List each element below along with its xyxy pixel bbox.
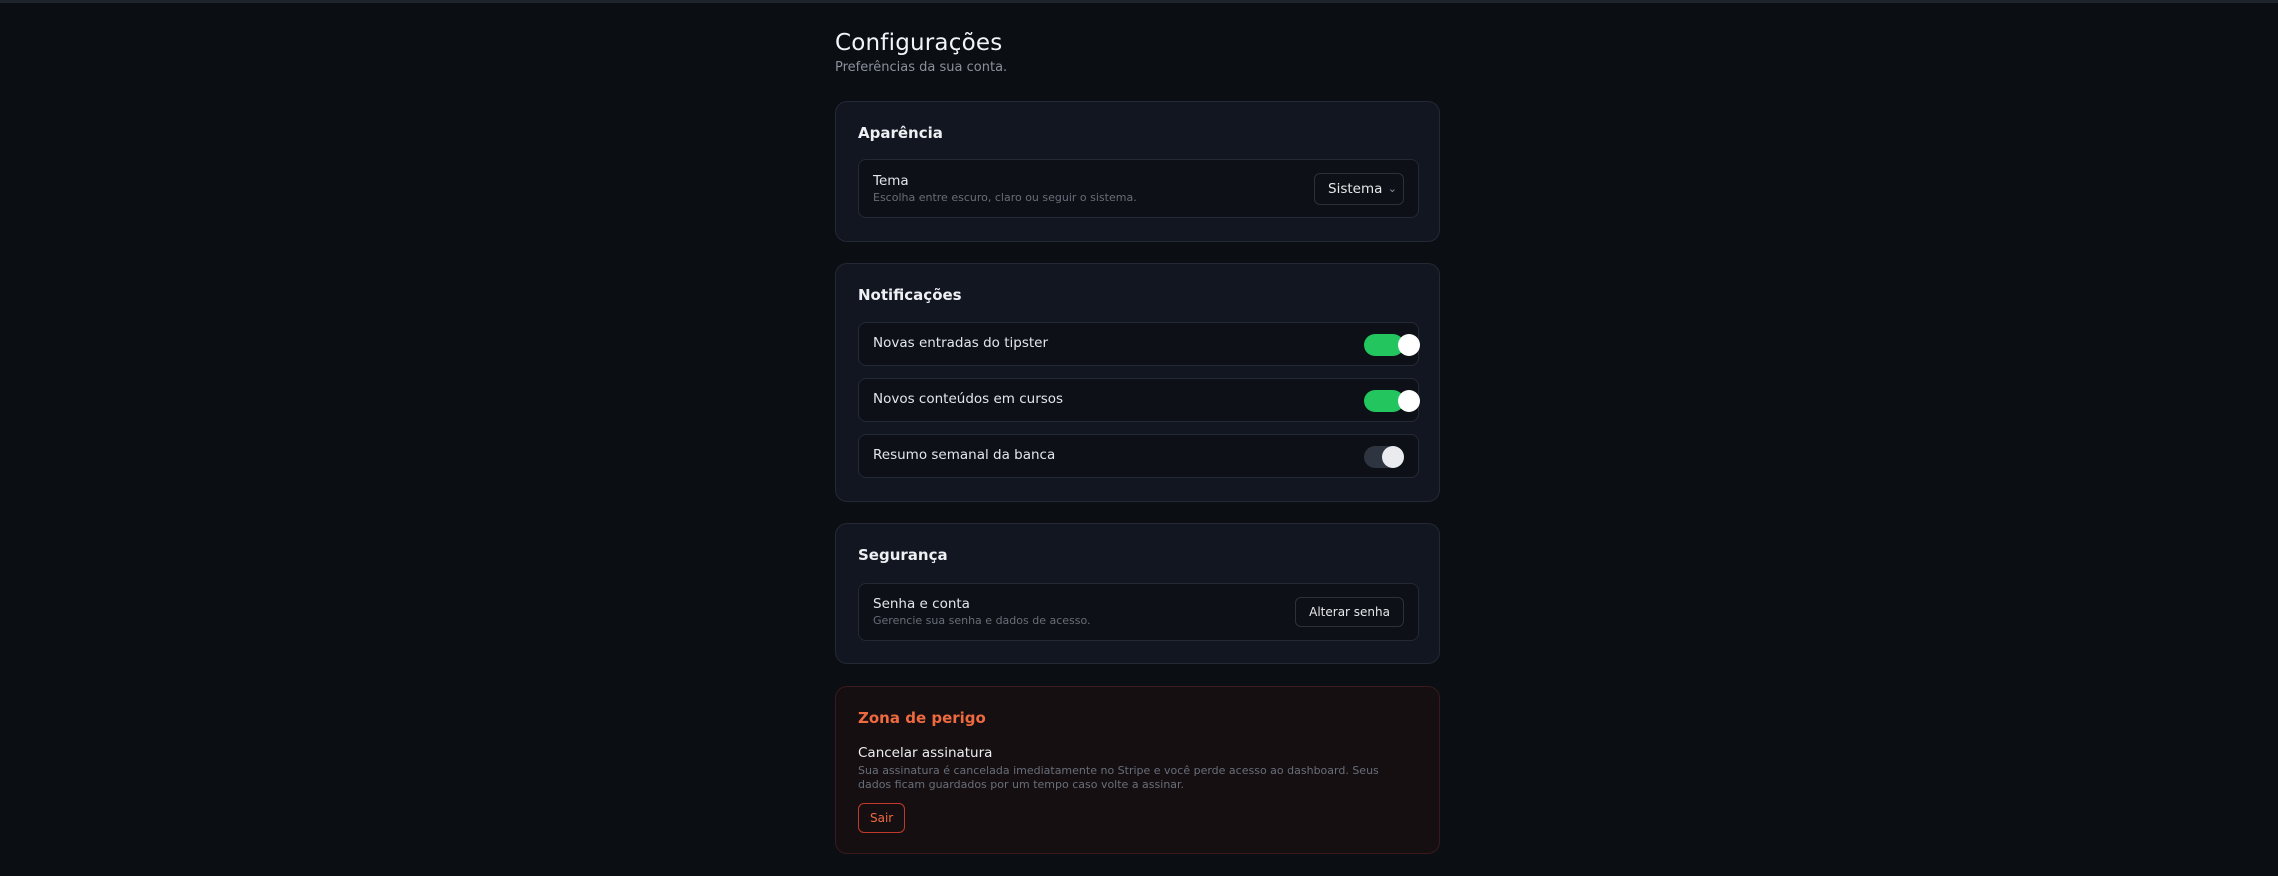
account-row: Senha e conta Gerencie sua senha e dados… bbox=[858, 583, 1419, 641]
notification-toggle-tipster[interactable] bbox=[1364, 334, 1420, 356]
top-divider bbox=[0, 0, 2278, 3]
notification-row: Novos conteúdos em cursos bbox=[858, 378, 1420, 422]
account-label: Senha e conta bbox=[873, 596, 970, 612]
account-description: Gerencie sua senha e dados de acesso. bbox=[873, 614, 1091, 627]
cancel-subscription-label: Cancelar assinatura bbox=[858, 745, 993, 761]
appearance-title: Aparência bbox=[858, 124, 943, 142]
toggle-knob bbox=[1382, 446, 1404, 468]
theme-row: Tema Escolha entre escuro, claro ou segu… bbox=[858, 159, 1419, 218]
notifications-card: Notificações Novas entradas do tipster N… bbox=[835, 263, 1440, 502]
change-password-button[interactable]: Alterar senha bbox=[1295, 597, 1404, 627]
theme-label: Tema bbox=[873, 173, 909, 189]
notification-row: Resumo semanal da banca bbox=[858, 434, 1419, 478]
appearance-card: Aparência Tema Escolha entre escuro, cla… bbox=[835, 101, 1440, 242]
notification-row: Novas entradas do tipster bbox=[858, 322, 1420, 366]
danger-zone-title: Zona de perigo bbox=[858, 709, 986, 727]
notification-toggle-courses[interactable] bbox=[1364, 390, 1420, 412]
theme-select-value: Sistema bbox=[1328, 181, 1383, 197]
notification-label: Novas entradas do tipster bbox=[873, 335, 1049, 351]
notification-label: Novos conteúdos em cursos bbox=[873, 391, 1064, 407]
exit-button[interactable]: Sair bbox=[858, 803, 906, 833]
toggle-knob bbox=[1398, 334, 1420, 356]
chevron-down-icon: ⌄ bbox=[1387, 182, 1397, 195]
notification-label: Resumo semanal da banca bbox=[873, 447, 1056, 463]
toggle-knob bbox=[1398, 390, 1420, 412]
notification-toggle-weekly[interactable] bbox=[1364, 446, 1404, 468]
security-card: Segurança Senha e conta Gerencie sua sen… bbox=[835, 523, 1440, 664]
theme-select[interactable]: Sistema ⌄ bbox=[1314, 173, 1404, 205]
danger-zone-card: Zona de perigo Cancelar assinatura Sua a… bbox=[835, 686, 1440, 854]
theme-description: Escolha entre escuro, claro ou seguir o … bbox=[873, 191, 1137, 204]
page-subtitle: Preferências da sua conta. bbox=[835, 60, 1008, 75]
cancel-subscription-description: Sua assinatura é cancelada imediatamente… bbox=[858, 764, 1379, 791]
page-title: Configurações bbox=[835, 30, 1003, 56]
notifications-title: Notificações bbox=[858, 286, 962, 304]
security-title: Segurança bbox=[858, 546, 948, 564]
